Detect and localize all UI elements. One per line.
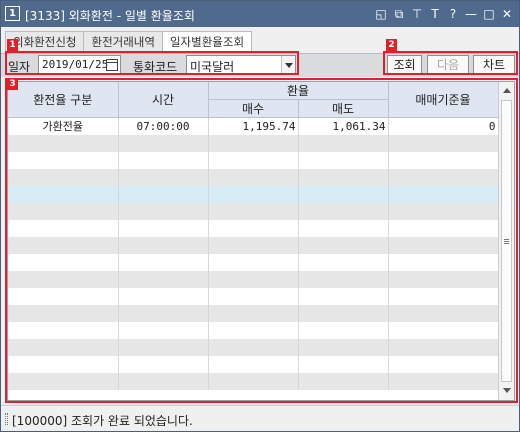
highlight-box-3 xyxy=(5,78,518,403)
title-controls: ◱ ⧉ ⊤ T ? — □ ✕ xyxy=(373,5,515,23)
help-icon[interactable]: ? xyxy=(445,5,461,23)
status-message: [100000] 조회가 완료 되었습니다. xyxy=(12,414,193,428)
maximize-icon[interactable]: □ xyxy=(481,5,497,23)
tab-exchange-history[interactable]: 환전거래내역 xyxy=(83,31,163,53)
title-bar[interactable]: 1 [3133] 외화환전 - 일별 환율조회 ◱ ⧉ ⊤ T ? — □ ✕ xyxy=(1,1,519,27)
font-size-icon[interactable]: T xyxy=(427,5,443,23)
tab-strip: 외화환전신청 환전거래내역 일자별환율조회 xyxy=(5,31,253,54)
link-icon[interactable]: ◱ xyxy=(373,5,389,23)
highlight-box-1 xyxy=(5,51,299,75)
exchange-rate-window: 1 [3133] 외화환전 - 일별 환율조회 ◱ ⧉ ⊤ T ? — □ ✕ … xyxy=(0,0,520,432)
annotation-badge-2: 2 xyxy=(386,39,397,51)
annotation-badge-3: 3 xyxy=(7,78,18,90)
copy-window-icon[interactable]: ⧉ xyxy=(391,5,407,23)
minimize-icon[interactable]: — xyxy=(463,5,479,23)
status-bar: [100000] 조회가 완료 되었습니다. xyxy=(1,405,519,431)
window-title: [3133] 외화환전 - 일별 환율조회 xyxy=(25,9,195,23)
app-number-icon: 1 xyxy=(5,6,20,21)
annotation-badge-1: 1 xyxy=(7,39,18,51)
pin-icon[interactable]: ⊤ xyxy=(409,5,425,23)
highlight-box-2 xyxy=(383,51,518,75)
close-icon[interactable]: ✕ xyxy=(499,5,515,23)
status-grip-icon xyxy=(5,413,8,425)
